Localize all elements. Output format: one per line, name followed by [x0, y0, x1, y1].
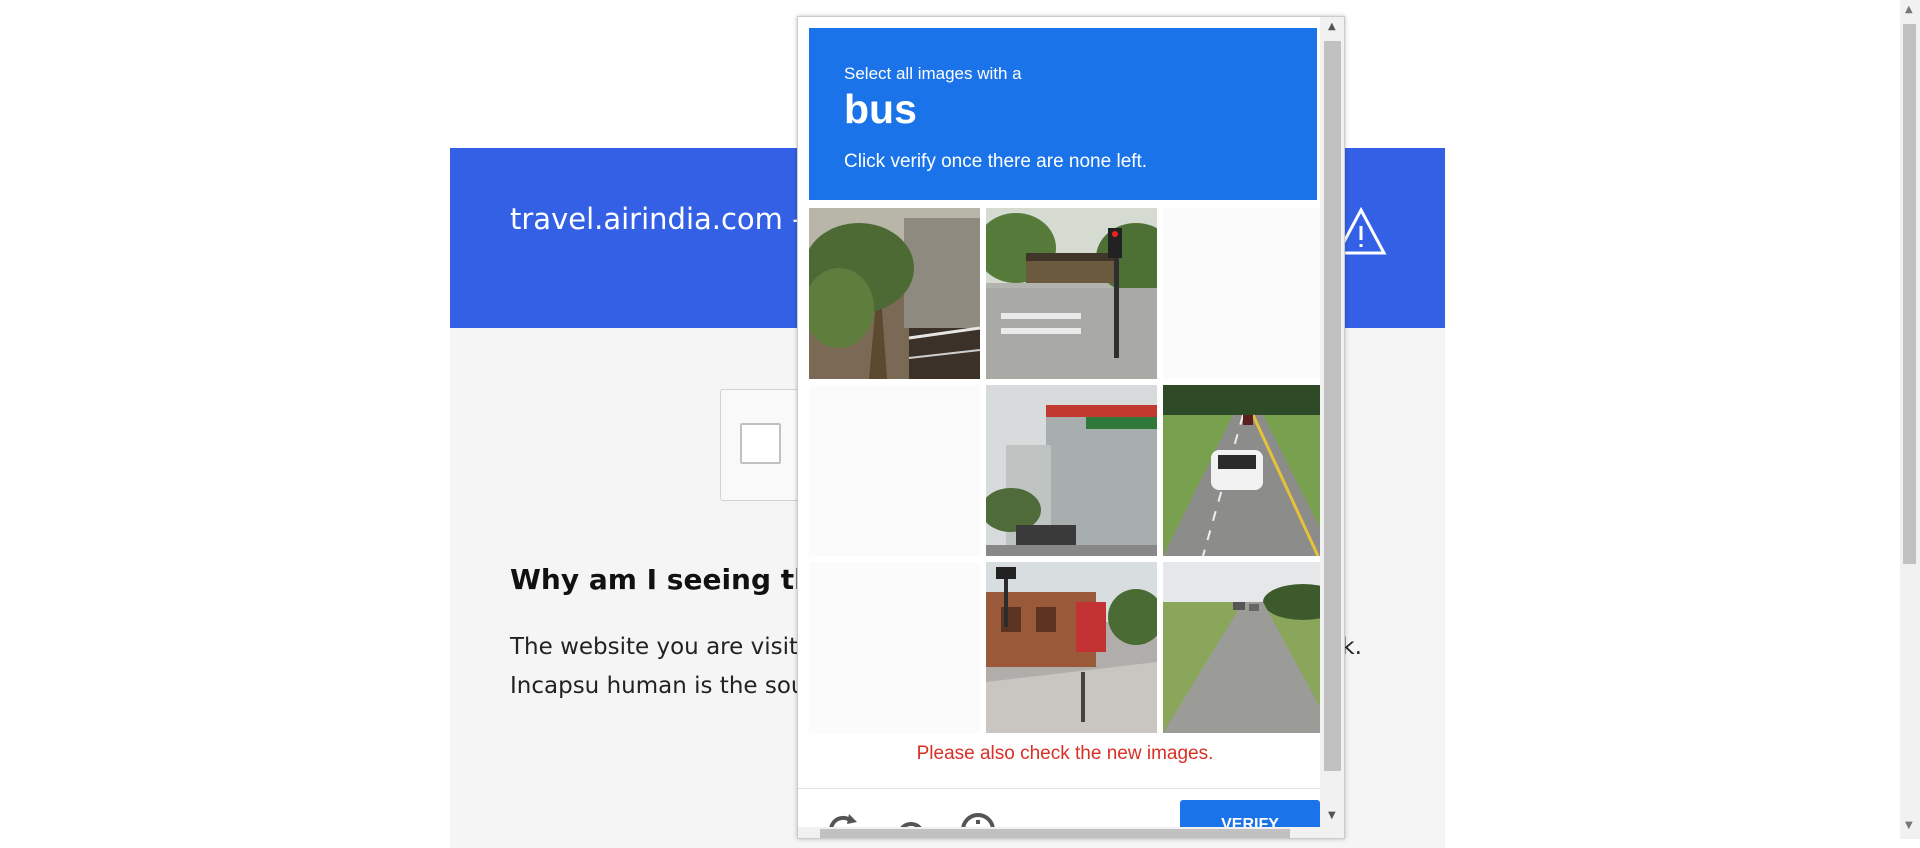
captcha-tile-3-2[interactable]: [986, 562, 1157, 733]
captcha-instruction: Click verify once there are none left.: [844, 151, 1148, 172]
captcha-tile-2-1[interactable]: [809, 385, 980, 556]
captcha-tile-1-3[interactable]: [1163, 208, 1334, 379]
captcha-footer-divider: [798, 788, 1332, 789]
scrollbar-thumb[interactable]: [1903, 24, 1916, 564]
captcha-challenge: Select all images with a bus Click verif…: [797, 16, 1345, 839]
captcha-error-message: Please also check the new images.: [916, 743, 1214, 764]
scroll-down-icon[interactable]: ▼: [1905, 820, 1913, 831]
scroll-up-icon[interactable]: ▲: [1905, 4, 1913, 15]
captcha-header: Select all images with a bus Click verif…: [809, 28, 1317, 200]
captcha-scroll-up-icon[interactable]: ▲: [1328, 21, 1336, 32]
why-heading: Why am I seeing th: [510, 563, 815, 596]
captcha-tile-1-2[interactable]: [986, 208, 1157, 379]
captcha-tile-3-3[interactable]: [1163, 562, 1334, 733]
captcha-scroll-down-icon[interactable]: ▼: [1328, 810, 1336, 821]
captcha-tile-2-2[interactable]: [986, 385, 1157, 556]
recaptcha-checkbox[interactable]: [740, 423, 781, 464]
captcha-tile-3-1[interactable]: [809, 562, 980, 733]
captcha-hscroll-thumb[interactable]: [820, 829, 1290, 838]
captcha-tile-2-3[interactable]: [1163, 385, 1334, 556]
captcha-select-text: Select all images with a: [844, 64, 1022, 83]
captcha-tile-1-1[interactable]: [809, 208, 980, 379]
captcha-vscroll-thumb[interactable]: [1324, 41, 1341, 771]
captcha-target-object: bus: [844, 86, 917, 132]
page-scrollbar[interactable]: ▲ ▼: [1900, 0, 1920, 839]
captcha-vertical-scrollbar[interactable]: ▲ ▼: [1320, 17, 1344, 838]
captcha-horizontal-scrollbar[interactable]: [798, 827, 1320, 838]
